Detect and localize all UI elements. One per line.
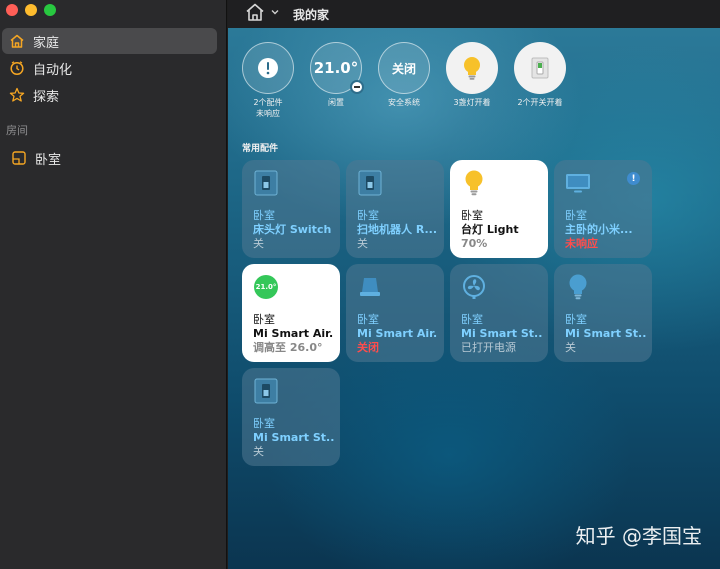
- toolbar: 我的家: [228, 0, 720, 28]
- tile-state: 关: [253, 237, 264, 250]
- sidebar-nav: 家庭 自动化 探索: [0, 28, 227, 109]
- alert-icon: !: [627, 172, 640, 185]
- status-circle: [446, 42, 498, 94]
- fan-icon: [461, 274, 487, 300]
- tile-name: Mi Smart Air...: [253, 327, 334, 340]
- temperature-badge: 21.0°: [254, 275, 278, 299]
- tile-room: 卧室: [253, 417, 275, 430]
- window-controls: [6, 4, 56, 16]
- status-climate[interactable]: 21.0° 闲置: [301, 42, 371, 108]
- close-window-button[interactable]: [6, 4, 18, 16]
- bulb-icon: [461, 170, 487, 196]
- thermostat-icon: 21.0°: [253, 274, 279, 300]
- sidebar-item-label: 自动化: [33, 62, 73, 78]
- status-label: 2个配件 未响应: [253, 98, 283, 118]
- accessory-tile[interactable]: 卧室 Mi Smart St... 关: [554, 264, 652, 362]
- tile-state: 调高至 26.0°: [253, 341, 323, 354]
- tile-state: 关: [253, 445, 264, 458]
- tile-name: 主卧的小米...: [565, 223, 633, 236]
- tile-room: 卧室: [461, 209, 483, 222]
- switch-icon: [357, 170, 383, 196]
- status-label: 3盏灯开着: [453, 98, 491, 107]
- tile-state: 关: [357, 237, 368, 250]
- main-area: 我的家 2个配件 未响应 21.0° 闲置 关闭 安全系统 3盏灯开着 2个开关…: [228, 0, 720, 569]
- room-icon: [10, 149, 28, 167]
- decrease-icon: [350, 80, 364, 94]
- status-security[interactable]: 关闭 安全系统: [369, 42, 439, 108]
- sidebar-item-label: 卧室: [35, 152, 62, 168]
- tile-name: Mi Smart St...: [253, 431, 334, 444]
- clock-icon: [8, 59, 26, 77]
- tile-name: 床头灯 Switch: [253, 223, 332, 236]
- favorites-section-title: 常用配件: [242, 144, 279, 154]
- chevron-down-icon: [271, 10, 279, 15]
- tile-state: 关: [565, 341, 576, 354]
- tile-room: 卧室: [357, 313, 379, 326]
- tile-room: 卧室: [565, 313, 587, 326]
- sidebar-item-bedroom[interactable]: 卧室: [4, 145, 219, 171]
- status-label: 闲置: [328, 98, 344, 107]
- house-icon: [8, 32, 26, 50]
- rooms-section-label: 房间: [6, 124, 28, 137]
- accessory-tile[interactable]: 卧室 床头灯 Switch 关: [242, 160, 340, 258]
- tile-name: Mi Smart Air...: [357, 327, 438, 340]
- tile-name: Mi Smart St...: [461, 327, 542, 340]
- accessory-tile[interactable]: 卧室 扫地机器人 R... 关: [346, 160, 444, 258]
- sidebar-item-discover[interactable]: 探索: [2, 82, 217, 108]
- status-switches[interactable]: 2个开关开着: [505, 42, 575, 108]
- tile-room: 卧室: [253, 209, 275, 222]
- switch-icon: [531, 57, 549, 79]
- status-not-responding[interactable]: 2个配件 未响应: [233, 42, 303, 119]
- security-value: 关闭: [391, 61, 416, 76]
- status-circle: 关闭: [378, 42, 430, 94]
- accessory-tile[interactable]: 21.0° 卧室 Mi Smart Air... 调高至 26.0°: [242, 264, 340, 362]
- accessory-tile[interactable]: 卧室 Mi Smart St... 关: [242, 368, 340, 466]
- sidebar: 家庭 自动化 探索 房间 卧室: [0, 0, 227, 569]
- sidebar-item-label: 探索: [33, 89, 60, 105]
- status-circle: 21.0°: [310, 42, 364, 94]
- minimize-window-button[interactable]: [25, 4, 37, 16]
- status-circle: [514, 42, 566, 94]
- accessory-tile[interactable]: 卧室 Mi Smart Air... 关闭: [346, 264, 444, 362]
- accessory-tile[interactable]: 卧室 Mi Smart St... 已打开电源: [450, 264, 548, 362]
- sidebar-item-automation[interactable]: 自动化: [2, 55, 217, 81]
- star-icon: [8, 86, 26, 104]
- sidebar-item-home[interactable]: 家庭: [2, 28, 217, 54]
- bulb-icon: [464, 57, 480, 80]
- watermark: 知乎 @李国宝: [575, 524, 702, 548]
- tile-room: 卧室: [357, 209, 379, 222]
- zoom-window-button[interactable]: [44, 4, 56, 16]
- accessory-tile[interactable]: ! 卧室 主卧的小米... 未响应: [554, 160, 652, 258]
- tile-room: 卧室: [461, 313, 483, 326]
- sidebar-item-label: 家庭: [33, 35, 60, 51]
- tile-name: 台灯 Light: [461, 223, 519, 236]
- home-menu-button[interactable]: [244, 1, 280, 23]
- status-label: 2个开关开着: [517, 98, 563, 107]
- tv-icon: [565, 170, 591, 196]
- tile-state: 已打开电源: [461, 341, 516, 354]
- house-icon: [246, 3, 264, 21]
- status-label: 安全系统: [388, 98, 420, 107]
- tile-state: 关闭: [357, 341, 379, 354]
- tile-name: 扫地机器人 R...: [357, 223, 438, 236]
- switch-icon: [253, 378, 279, 404]
- temperature-value: 21.0°: [313, 59, 359, 77]
- bulb-icon: [565, 274, 591, 300]
- status-circle: [242, 42, 294, 94]
- page-title: 我的家: [293, 8, 330, 22]
- accessory-tile[interactable]: 卧室 台灯 Light 70%: [450, 160, 548, 258]
- alert-icon: [258, 58, 278, 78]
- status-lights[interactable]: 3盏灯开着: [437, 42, 507, 108]
- tile-state: 70%: [461, 237, 488, 250]
- tile-room: 卧室: [253, 313, 275, 326]
- tile-state: 未响应: [565, 237, 598, 250]
- humidifier-icon: [357, 274, 383, 300]
- tile-room: 卧室: [565, 209, 587, 222]
- tile-name: Mi Smart St...: [565, 327, 646, 340]
- switch-icon: [253, 170, 279, 196]
